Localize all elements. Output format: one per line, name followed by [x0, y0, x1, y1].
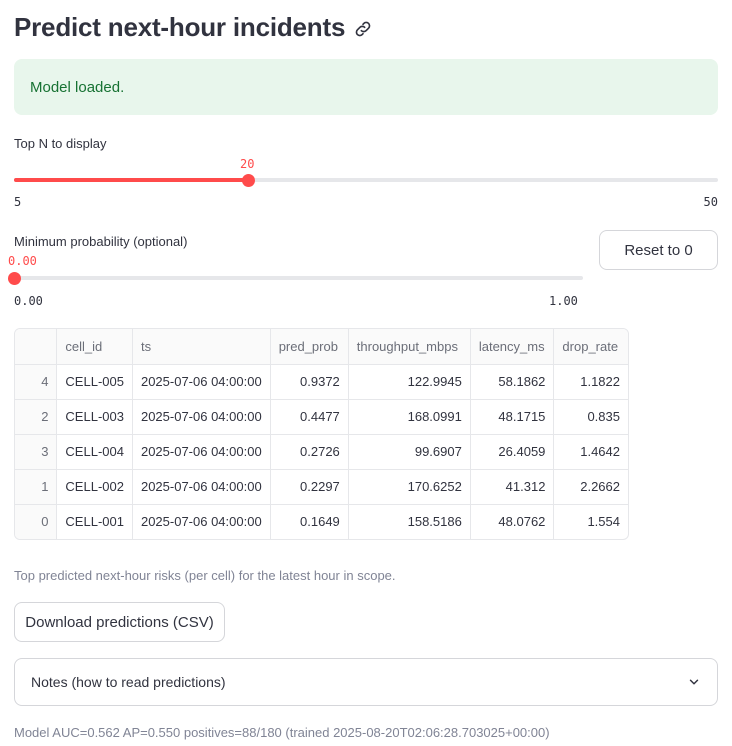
page-header: Predict next-hour incidents — [14, 8, 373, 46]
drop-rate: 2.2662 — [553, 469, 628, 505]
table-header-row: cell_id ts pred_prob throughput_mbps lat… — [15, 329, 628, 365]
throughput: 158.5186 — [348, 504, 471, 539]
page-title: Predict next-hour incidents — [14, 11, 346, 42]
min-prob-slider-track[interactable] — [14, 276, 583, 280]
row-index: 3 — [15, 434, 58, 470]
chevron-down-icon[interactable] — [687, 675, 701, 689]
timestamp: 2025-07-06 04:00:00 — [132, 469, 271, 505]
drop-rate: 1.1822 — [553, 364, 628, 400]
drop-rate: 0.835 — [553, 399, 628, 435]
min-prob-min: 0.00 — [14, 294, 43, 308]
column-header-ts[interactable]: ts — [132, 329, 271, 365]
column-header-cell-id[interactable]: cell_id — [56, 329, 133, 365]
table-row[interactable]: 2 CELL-003 2025-07-06 04:00:00 0.4477 16… — [15, 399, 628, 435]
cell-id: CELL-004 — [56, 434, 133, 470]
throughput: 170.6252 — [348, 469, 471, 505]
pred-prob: 0.2297 — [270, 469, 349, 505]
notes-expander[interactable]: Notes (how to read predictions) — [14, 658, 718, 706]
download-predictions-button[interactable]: Download predictions (CSV) — [14, 602, 225, 642]
top-n-slider-thumb[interactable] — [242, 173, 256, 187]
top-n-min: 5 — [14, 195, 22, 209]
top-n-label: Top N to display — [14, 136, 107, 151]
cell-id: CELL-005 — [56, 364, 133, 400]
link-icon[interactable] — [353, 19, 373, 39]
throughput: 122.9945 — [348, 364, 471, 400]
column-header-index[interactable] — [15, 329, 58, 365]
throughput: 168.0991 — [348, 399, 471, 435]
timestamp: 2025-07-06 04:00:00 — [132, 434, 271, 470]
latency: 26.4059 — [470, 434, 555, 470]
top-n-value: 20 — [240, 157, 255, 171]
row-index: 4 — [15, 364, 58, 400]
pred-prob: 0.1649 — [270, 504, 349, 539]
min-prob-value: 0.00 — [8, 254, 37, 268]
expander-label: Notes (how to read predictions) — [31, 674, 226, 690]
min-prob-max: 1.00 — [549, 294, 578, 308]
column-header-throughput[interactable]: throughput_mbps — [348, 329, 471, 365]
latency: 58.1862 — [470, 364, 555, 400]
table-row[interactable]: 4 CELL-005 2025-07-06 04:00:00 0.9372 12… — [15, 364, 628, 400]
table-row[interactable]: 3 CELL-004 2025-07-06 04:00:00 0.2726 99… — [15, 434, 628, 470]
table-row[interactable]: 1 CELL-002 2025-07-06 04:00:00 0.2297 17… — [15, 469, 628, 505]
row-index: 2 — [15, 399, 58, 435]
latency: 41.312 — [470, 469, 555, 505]
cell-id: CELL-003 — [56, 399, 133, 435]
column-header-latency[interactable]: latency_ms — [470, 329, 555, 365]
timestamp: 2025-07-06 04:00:00 — [132, 504, 271, 539]
min-prob-slider-thumb[interactable] — [7, 271, 21, 285]
cell-id: CELL-002 — [56, 469, 133, 505]
column-header-pred-prob[interactable]: pred_prob — [270, 329, 349, 365]
cell-id: CELL-001 — [56, 504, 133, 539]
min-prob-label: Minimum probability (optional) — [14, 234, 188, 249]
top-n-max: 50 — [703, 195, 718, 209]
timestamp: 2025-07-06 04:00:00 — [132, 399, 271, 435]
drop-rate: 1.554 — [587, 514, 620, 530]
timestamp: 2025-07-06 04:00:00 — [132, 364, 271, 400]
pred-prob: 0.2726 — [270, 434, 349, 470]
predictions-table[interactable]: cell_id ts pred_prob throughput_mbps lat… — [14, 328, 629, 540]
table-row[interactable]: 0 CELL-001 2025-07-06 04:00:00 0.1649 15… — [15, 504, 628, 539]
success-alert: Model loaded. — [14, 59, 718, 115]
alert-message: Model loaded. — [30, 78, 125, 96]
drop-rate: 1.4642 — [553, 434, 628, 470]
latency: 48.1715 — [470, 399, 555, 435]
top-n-slider-fill — [14, 178, 249, 182]
column-header-drop-rate[interactable]: drop_rate — [553, 329, 628, 365]
pred-prob: 0.9372 — [270, 364, 349, 400]
table-caption: Top predicted next-hour risks (per cell)… — [14, 568, 396, 583]
latency: 48.0762 — [470, 504, 555, 539]
reset-button[interactable]: Reset to 0 — [599, 230, 718, 270]
row-index: 0 — [15, 504, 58, 539]
throughput: 99.6907 — [348, 434, 471, 470]
pred-prob: 0.4477 — [270, 399, 349, 435]
model-metrics-footer: Model AUC=0.562 AP=0.550 positives=88/18… — [14, 725, 550, 740]
row-index: 1 — [15, 469, 58, 505]
